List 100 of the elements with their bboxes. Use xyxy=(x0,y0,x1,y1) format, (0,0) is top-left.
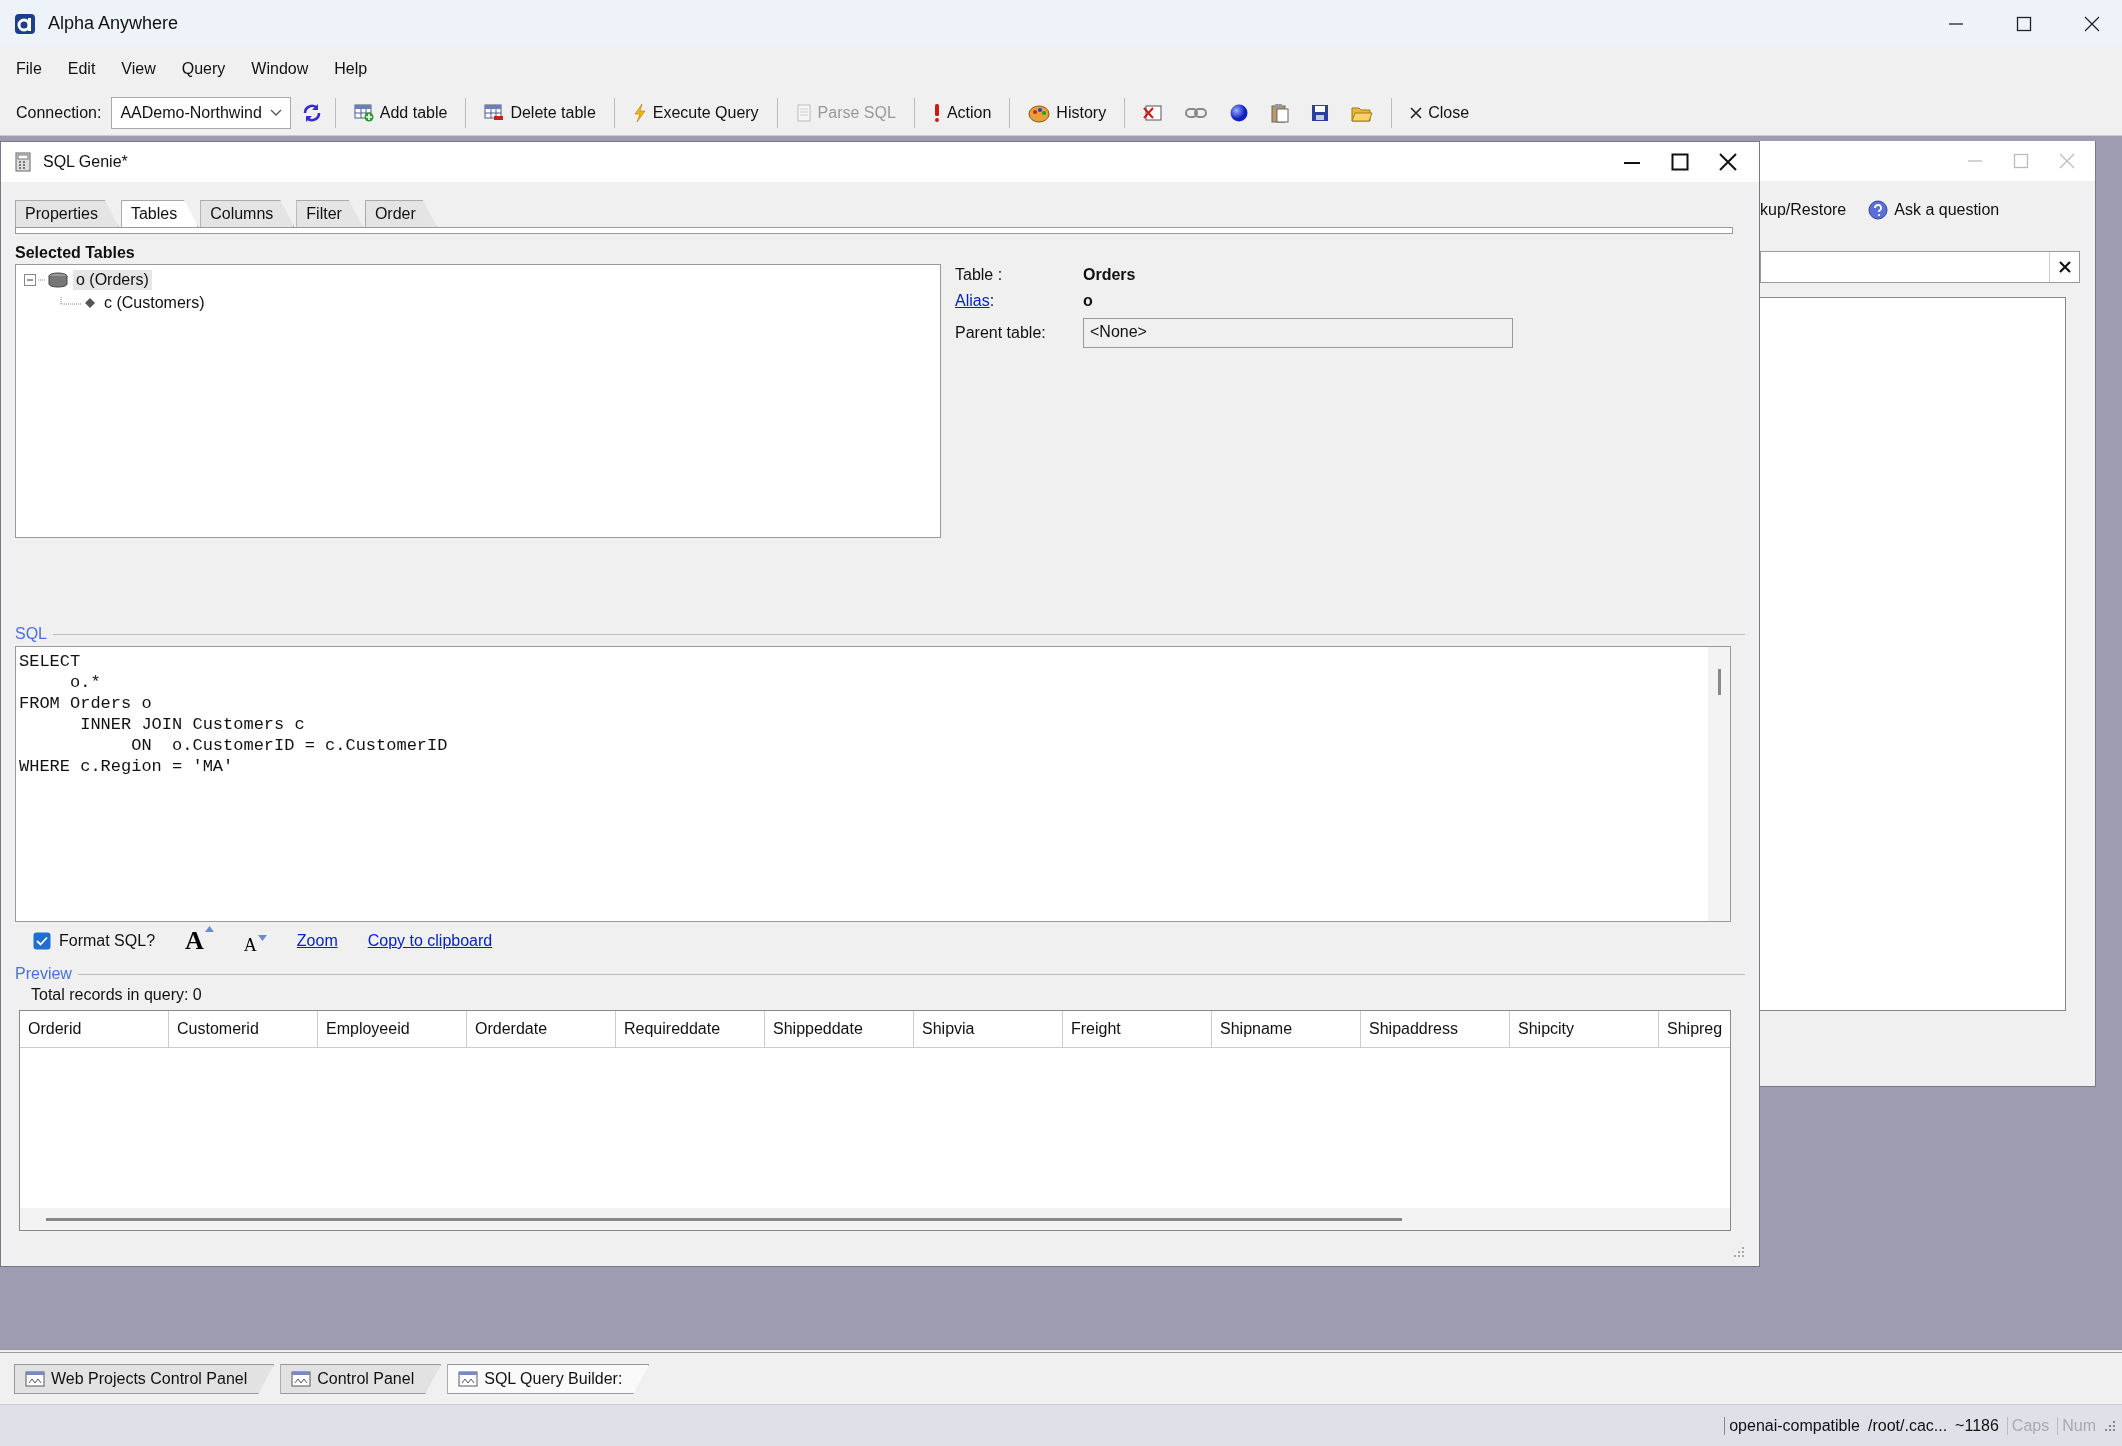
menu-item[interactable]: File xyxy=(16,59,42,78)
scrollbar[interactable] xyxy=(1708,647,1730,921)
alias-link[interactable]: Alias xyxy=(955,292,990,309)
toolbar-button[interactable]: History xyxy=(1022,98,1113,127)
maximize-icon[interactable] xyxy=(2016,15,2032,32)
tree-item[interactable]: o (Orders) xyxy=(73,269,152,290)
sphere-icon[interactable] xyxy=(1229,102,1250,123)
clipboard-icon[interactable] xyxy=(1271,102,1290,123)
field-label: Table : xyxy=(955,266,1004,284)
delete-window-icon[interactable] xyxy=(1143,103,1164,122)
tree-connector xyxy=(38,278,46,281)
chevron-down-icon xyxy=(269,108,282,117)
tab[interactable]: Filter xyxy=(296,200,363,227)
exclamation-icon xyxy=(932,102,941,123)
menu-item[interactable]: Help xyxy=(334,59,368,78)
section-heading: Selected Tables xyxy=(15,244,136,263)
connection-dropdown[interactable]: AADemo-Northwind xyxy=(111,96,291,129)
window-tab[interactable]: Web Projects Control Panel xyxy=(14,1364,275,1394)
toolbar-button[interactable]: Action xyxy=(926,98,998,127)
tab[interactable]: Properties xyxy=(15,200,119,227)
close-icon xyxy=(1410,106,1423,119)
code-line: INNER JOIN Customers c xyxy=(79,714,305,735)
table-plus-icon xyxy=(353,103,374,122)
close-icon[interactable] xyxy=(2084,15,2100,32)
resize-grip-icon[interactable] xyxy=(1733,1246,1745,1258)
column-header[interactable]: Employeeid xyxy=(318,1011,467,1047)
field-label: Parent table: xyxy=(955,324,1047,342)
window-icon xyxy=(458,1371,479,1387)
app-logo-icon xyxy=(14,12,36,35)
toolbar-button[interactable]: Delete table xyxy=(478,99,602,126)
menu-item[interactable]: View xyxy=(121,59,156,78)
caps-indicator: Caps xyxy=(2006,1416,2050,1435)
column-header[interactable]: Shipname xyxy=(1212,1011,1361,1047)
table-minus-icon xyxy=(484,103,505,122)
status-text: openai-compatible xyxy=(1724,1416,1860,1435)
column-header[interactable]: Shipcity xyxy=(1510,1011,1659,1047)
window-icon xyxy=(291,1371,312,1387)
menu-item[interactable]: Query xyxy=(181,59,226,78)
palette-icon xyxy=(1028,102,1051,123)
sql-editor[interactable]: SELECT o.* FROM Orders o INNER JOIN Customers c ON o.CustomerID = c.CustomerID WHERE c.Region = 'MA' xyxy=(15,646,1731,922)
num-indicator: Num xyxy=(2057,1416,2096,1435)
window-tab[interactable]: SQL Query Builder: xyxy=(447,1364,650,1394)
resize-grip-icon[interactable] xyxy=(2104,1419,2116,1432)
column-header[interactable]: Freight xyxy=(1063,1011,1212,1047)
code-line: WHERE c.Region = 'MA' xyxy=(19,756,234,777)
toolbar-button[interactable]: Add table xyxy=(347,99,454,126)
collapse-icon[interactable] xyxy=(24,273,36,286)
tab[interactable]: Order xyxy=(364,200,437,227)
document-icon xyxy=(795,103,812,122)
format-sql-checkbox[interactable]: Format SQL? xyxy=(33,932,156,950)
column-header[interactable]: Orderdate xyxy=(467,1011,616,1047)
connection-label: Connection: xyxy=(16,103,102,122)
database-icon xyxy=(48,271,68,288)
caret-up-icon xyxy=(204,926,214,932)
menu-item[interactable]: Edit xyxy=(67,59,96,78)
zoom-link[interactable]: Zoom xyxy=(296,932,338,950)
status-text: /root/.cac... xyxy=(1867,1416,1948,1435)
field-label: : xyxy=(989,292,995,309)
tree-item[interactable]: c (Customers) xyxy=(101,292,208,313)
column-header[interactable]: Shipaddress xyxy=(1361,1011,1510,1047)
column-header[interactable]: Shipvia xyxy=(914,1011,1063,1047)
caret-down-icon xyxy=(257,934,267,941)
field-value: o xyxy=(1083,292,1094,310)
window-title: Alpha Anywhere xyxy=(48,13,179,34)
decrease-font-button[interactable]: A xyxy=(243,934,267,956)
help-icon xyxy=(1868,200,1889,220)
column-header[interactable]: Shipreg xyxy=(1659,1011,1730,1047)
calculator-icon xyxy=(15,152,31,172)
code-line: FROM Orders o xyxy=(19,693,152,714)
column-header[interactable]: Requireddate xyxy=(616,1011,765,1047)
tab[interactable]: Columns xyxy=(200,200,295,227)
column-header[interactable]: Orderid xyxy=(20,1011,169,1047)
scrollbar[interactable] xyxy=(20,1208,1730,1230)
section-heading: Preview xyxy=(15,965,72,983)
toolbar-button[interactable]: Execute Query xyxy=(626,98,765,127)
save-icon[interactable] xyxy=(1311,103,1330,122)
column-header[interactable]: Customerid xyxy=(169,1011,318,1047)
parent-table-field[interactable]: <None> xyxy=(1083,318,1513,348)
copy-link[interactable]: Copy to clipboard xyxy=(367,932,493,950)
tab[interactable]: Tables xyxy=(120,200,199,227)
status-text: ~1186 xyxy=(1955,1416,1999,1435)
close-button[interactable]: Close xyxy=(1404,99,1476,126)
code-line: o.* xyxy=(69,672,101,693)
window-icon xyxy=(25,1371,45,1387)
record-count: Total records in query: 0 xyxy=(30,986,203,1005)
lightning-icon xyxy=(632,102,647,123)
chain-link-icon[interactable] xyxy=(1185,106,1208,119)
maximize-icon[interactable] xyxy=(1671,153,1689,171)
code-line: ON o.CustomerID = c.CustomerID xyxy=(130,735,448,756)
column-header[interactable]: Shippeddate xyxy=(765,1011,914,1047)
increase-font-button[interactable]: A xyxy=(185,926,214,956)
backup-restore-link[interactable]: kup/Restore xyxy=(1760,201,1847,219)
section-heading: SQL xyxy=(15,625,47,643)
close-icon[interactable] xyxy=(1719,153,1737,171)
ask-question-link[interactable]: Ask a question xyxy=(1894,201,2000,219)
menu-item[interactable]: Window xyxy=(251,59,309,78)
diamond-icon xyxy=(84,296,96,309)
window-tab[interactable]: Control Panel xyxy=(280,1364,442,1394)
window-title: SQL Genie* xyxy=(43,153,128,171)
field-value: Orders xyxy=(1083,266,1137,284)
